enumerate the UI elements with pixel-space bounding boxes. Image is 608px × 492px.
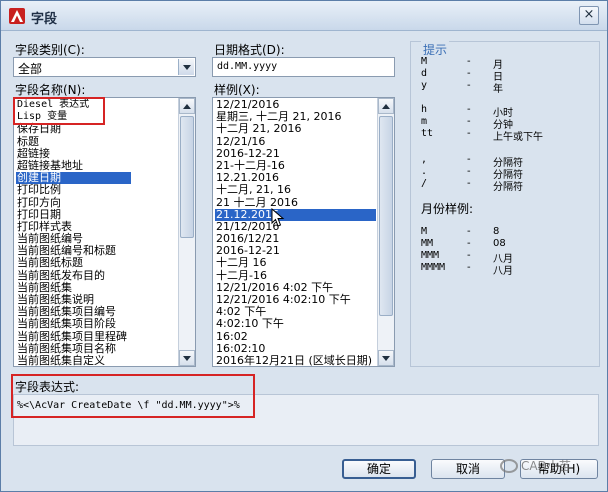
- hint-row-k: /: [421, 178, 428, 189]
- list-item[interactable]: 16:02: [215, 330, 376, 343]
- field-category-label: 字段类别(C):: [15, 43, 85, 57]
- hint-row-d: -: [467, 166, 471, 177]
- hint-row-d: -: [467, 154, 471, 165]
- date-format-label: 日期格式(D):: [214, 43, 285, 57]
- hint-row-d: -: [467, 238, 471, 249]
- hint-row-k: .: [421, 166, 428, 177]
- watermark-text: CAD小苗: [521, 459, 571, 473]
- hint-row-v: 上午或下午: [493, 132, 543, 143]
- list-item[interactable]: 打印方向: [16, 196, 131, 209]
- scroll-down-arrow-icon[interactable]: [179, 350, 195, 366]
- autocad-logo-icon: [9, 8, 25, 24]
- annotation-box-field-names: [13, 97, 105, 125]
- field-names-label: 字段名称(N):: [15, 83, 86, 97]
- annotation-box-expression: [11, 374, 255, 418]
- hint-row-d: -: [467, 178, 471, 189]
- hint-row-k: MMMM: [421, 262, 446, 273]
- list-item[interactable]: 当前图纸标题: [16, 257, 131, 269]
- date-format-input[interactable]: dd.MM.yyyy: [212, 57, 395, 77]
- hint-row-v: 分隔符: [493, 182, 523, 193]
- hint-row-d: -: [467, 250, 471, 261]
- field-names-scrollbar[interactable]: [178, 98, 195, 366]
- hint-row-k: MMM: [421, 250, 440, 261]
- hint-row-v: 年: [493, 84, 503, 95]
- hint-row-k: y: [421, 80, 428, 91]
- date-format-value: dd.MM.yyyy: [217, 61, 278, 72]
- list-item[interactable]: 4:02:10 下午: [215, 318, 376, 330]
- hint-row-d: -: [467, 56, 471, 67]
- hint-row-k: d: [421, 68, 428, 79]
- hint-row-k: M: [421, 56, 428, 67]
- list-item[interactable]: 当前图纸集项目阶段: [16, 318, 131, 330]
- hint-row-k: m: [421, 116, 428, 127]
- hint-row-d: -: [467, 226, 471, 237]
- hint-row-d: -: [467, 68, 471, 79]
- hint-row-d: -: [467, 104, 471, 115]
- scroll-up-arrow-icon[interactable]: [378, 98, 394, 114]
- wechat-watermark-icon: [500, 459, 518, 473]
- close-button[interactable]: ×: [579, 6, 599, 25]
- field-dialog: 字段 × 字段类别(C): 全部 字段名称(N): Diesel 表达式 Lisp…: [0, 0, 608, 492]
- hint-row-k: ,: [421, 154, 428, 165]
- examples-scrollbar[interactable]: [377, 98, 394, 366]
- list-item[interactable]: 打印比例: [16, 184, 131, 196]
- hint-row-d: -: [467, 116, 471, 127]
- hint-row-d: -: [467, 262, 471, 273]
- cancel-button[interactable]: 取消: [431, 459, 505, 479]
- month-examples-title: 月份样例:: [421, 202, 474, 216]
- title-bar[interactable]: 字段 ×: [1, 1, 607, 31]
- field-category-value: 全部: [18, 62, 43, 76]
- dialog-title: 字段: [31, 12, 58, 27]
- list-item[interactable]: 当前图纸发布目的: [16, 269, 131, 282]
- field-names-list[interactable]: Diesel 表达式 Lisp 变量 保存日期 标题 超链接 超链接基地址 创建日期 打印比例…: [13, 97, 196, 367]
- list-item[interactable]: 保存日期: [16, 123, 131, 135]
- list-item[interactable]: 21 十二月 2016: [215, 196, 376, 209]
- scroll-down-arrow-icon[interactable]: [378, 350, 394, 366]
- mouse-cursor-icon: [271, 208, 285, 227]
- hint-row-v: 8: [493, 226, 500, 237]
- scroll-thumb[interactable]: [379, 116, 393, 316]
- hint-row-k: h: [421, 104, 428, 115]
- list-item[interactable]: 十二月, 21, 16: [215, 184, 376, 196]
- list-item[interactable]: 12/21/16: [215, 135, 376, 148]
- hint-row-k: MM: [421, 238, 434, 249]
- examples-label: 样例(X):: [214, 83, 260, 97]
- ok-button[interactable]: 确定: [342, 459, 416, 479]
- hint-row-v: 八月: [493, 266, 513, 277]
- hint-row-k: M: [421, 226, 428, 237]
- hint-row-d: -: [467, 80, 471, 91]
- examples-items: 12/21/2016 星期三, 十二月 21, 2016 十二月 21, 2016 1…: [215, 98, 377, 366]
- list-item[interactable]: 十二月 16: [215, 257, 376, 269]
- scroll-thumb[interactable]: [180, 116, 194, 238]
- list-item[interactable]: 标题: [16, 135, 131, 148]
- list-item[interactable]: 当前图纸集项目里程碑: [16, 330, 131, 343]
- examples-list[interactable]: 12/21/2016 星期三, 十二月 21, 2016 十二月 21, 2016 1…: [212, 97, 395, 367]
- hint-row-k: tt: [421, 128, 434, 139]
- list-item[interactable]: 十二月-16: [215, 269, 376, 282]
- list-item[interactable]: 当前图纸集自定义: [16, 354, 131, 366]
- field-names-items: Diesel 表达式 Lisp 变量 保存日期 标题 超链接 超链接基地址 创建日期 打印比例…: [16, 99, 131, 366]
- hint-panel: 提示 M - 月 d - 日 y - 年 h - 小时 m - 分钟 tt - 上午或下午, - 分隔符. - 分隔符 / -…: [410, 41, 600, 367]
- chevron-down-icon[interactable]: [178, 59, 194, 75]
- hint-row-v: 08: [493, 238, 506, 249]
- scroll-up-arrow-icon[interactable]: [179, 98, 195, 114]
- hint-row-d: -: [467, 128, 471, 139]
- field-category-select[interactable]: 全部: [13, 57, 196, 77]
- list-item[interactable]: 十二月 21, 2016: [215, 123, 376, 135]
